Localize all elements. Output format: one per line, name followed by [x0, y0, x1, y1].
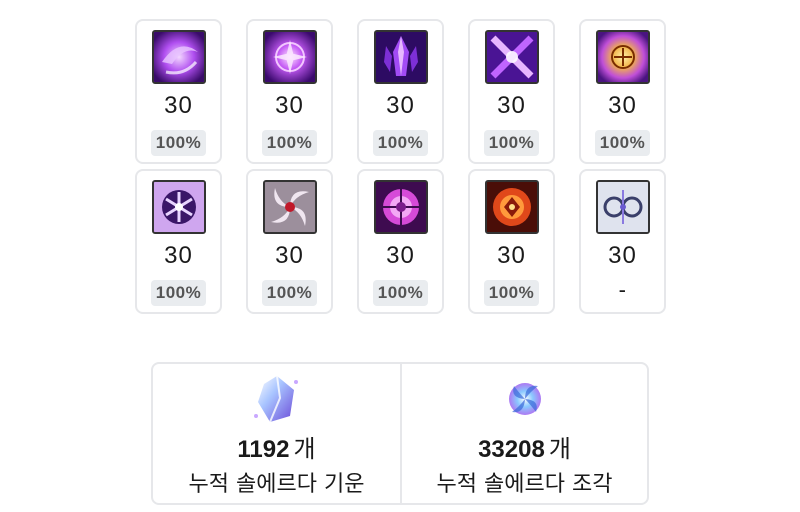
- skill-progress-badge: 100%: [372, 130, 429, 156]
- skill-card[interactable]: 30 100%: [357, 169, 444, 314]
- energy-count-line: 1192 개: [237, 436, 315, 464]
- skill-level: 30: [608, 92, 637, 119]
- skill-progress-text: -: [618, 277, 627, 302]
- skill-level: 30: [386, 92, 415, 119]
- skill-card[interactable]: 30 100%: [468, 169, 555, 314]
- snowflake-sigil-skill-icon: [151, 180, 206, 234]
- fragment-label: 누적 솔에르다 조각: [436, 472, 613, 497]
- skill-progress-badge: 100%: [150, 130, 207, 156]
- skill-card[interactable]: 30 100%: [357, 19, 444, 164]
- fragment-count-line: 33208 개: [478, 436, 571, 464]
- skill-grid: 30 100% 30 100% 30 100% 30 100% 30 100%: [135, 19, 666, 314]
- skill-card[interactable]: 30 100%: [135, 19, 222, 164]
- skill-card[interactable]: 30 100%: [246, 19, 333, 164]
- skill-level: 30: [386, 242, 415, 269]
- fire-seal-skill-icon: [484, 180, 539, 234]
- skill-card[interactable]: 30 100%: [468, 19, 555, 164]
- yellow-emblem-skill-icon: [595, 30, 650, 84]
- sol-erda-fragment-icon: [498, 372, 552, 426]
- skill-progress-badge: 100%: [483, 130, 540, 156]
- skill-progress-badge: 100%: [594, 130, 651, 156]
- skill-progress-badge: 100%: [483, 280, 540, 306]
- energy-count-unit: 개: [293, 436, 316, 463]
- skill-level: 30: [164, 242, 193, 269]
- skill-card[interactable]: 30 -: [579, 169, 666, 314]
- energy-count: 1192: [237, 436, 290, 463]
- sol-erda-energy-icon: [250, 372, 304, 426]
- summary-panel: 1192 개 누적 솔에르다 기운 33208 개 누적 솔에르다 조각: [151, 362, 649, 505]
- twin-rings-skill-icon: [595, 180, 650, 234]
- magenta-seal-skill-icon: [373, 180, 428, 234]
- purple-orb-skill-icon: [151, 30, 206, 84]
- skill-progress-badge: 100%: [150, 280, 207, 306]
- fragment-count-unit: 개: [548, 436, 571, 463]
- sol-erda-energy-summary: 1192 개 누적 솔에르다 기운: [153, 364, 400, 503]
- skill-progress-badge: 100%: [261, 280, 318, 306]
- skill-level: 30: [608, 242, 637, 269]
- skill-level: 30: [275, 242, 304, 269]
- energy-label: 누적 솔에르다 기운: [188, 472, 365, 497]
- skill-progress-badge: 100%: [372, 280, 429, 306]
- skill-progress-badge: 100%: [261, 130, 318, 156]
- skill-level: 30: [497, 92, 526, 119]
- skill-card[interactable]: 30 100%: [579, 19, 666, 164]
- purple-crystal-skill-icon: [373, 30, 428, 84]
- purple-rune-skill-icon: [262, 30, 317, 84]
- spiral-vortex-skill-icon: [262, 180, 317, 234]
- skill-card[interactable]: 30 100%: [246, 169, 333, 314]
- skill-level: 30: [164, 92, 193, 119]
- skill-card[interactable]: 30 100%: [135, 169, 222, 314]
- skill-level: 30: [275, 92, 304, 119]
- skill-level: 30: [497, 242, 526, 269]
- fragment-count: 33208: [478, 436, 545, 463]
- sol-erda-fragment-summary: 33208 개 누적 솔에르다 조각: [400, 364, 647, 503]
- crossed-blades-skill-icon: [484, 30, 539, 84]
